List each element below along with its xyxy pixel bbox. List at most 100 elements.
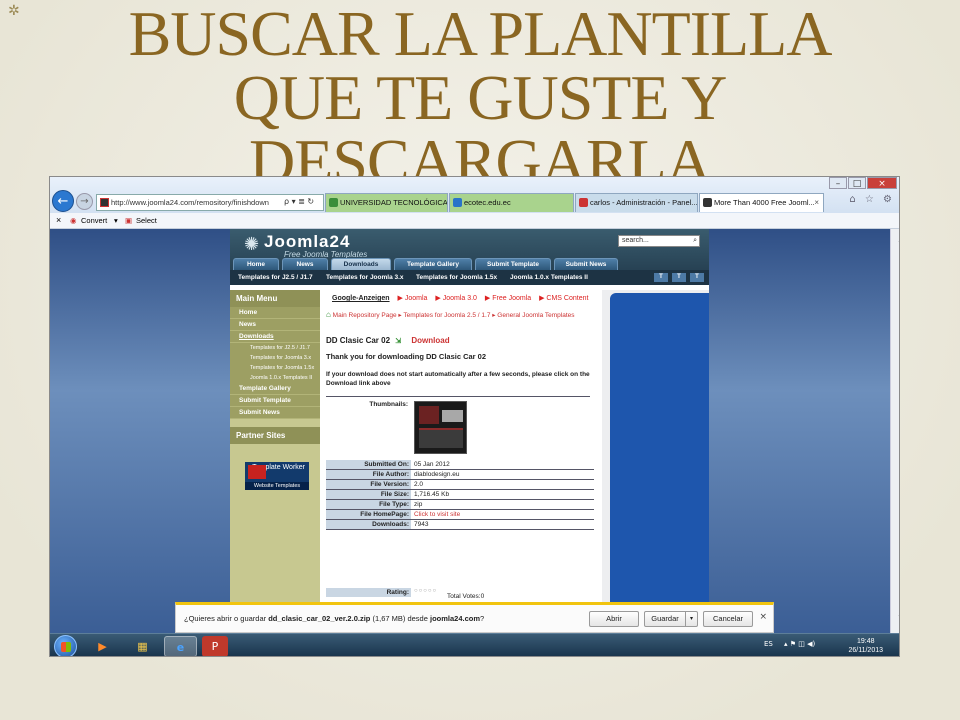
nav-template-gallery[interactable]: Template Gallery [394, 258, 472, 270]
tab-close-icon[interactable]: × [814, 194, 819, 212]
text-size-large[interactable]: T [690, 273, 704, 282]
window-buttons: – □ × [828, 177, 897, 189]
nav-submit-template[interactable]: Submit Template [475, 258, 551, 270]
chevron-down-icon[interactable]: ▾ [685, 612, 697, 626]
sidebar-sub-j25[interactable]: Templates for J2.5 / J1.7 [230, 343, 320, 353]
homepage-link[interactable]: Click to visit site [411, 510, 594, 519]
subnav-j25[interactable]: Templates for J2.5 / J1.7 [238, 270, 313, 285]
ads-title[interactable]: Google-Anzeigen [332, 295, 390, 302]
sidebar-item-submit-template[interactable]: Submit Template [230, 395, 320, 407]
tab-carlos-admin[interactable]: carlos - Administración - Panel... [575, 193, 698, 212]
table-row: File HomePage: Click to visit site [326, 510, 594, 520]
back-button[interactable]: ← [52, 190, 74, 212]
tab-favicon-icon [579, 198, 588, 207]
forward-button[interactable]: → [76, 193, 93, 210]
download-link[interactable]: Download [411, 336, 449, 345]
close-window-button[interactable]: × [867, 177, 897, 189]
table-row: File Version: 2.0 [326, 480, 594, 490]
cancel-button[interactable]: Cancelar [703, 611, 753, 627]
download-source: joomla24.com [430, 614, 481, 623]
close-icon[interactable]: × [759, 612, 767, 622]
tab-joomla24[interactable]: More Than 4000 Free Jooml... × [699, 193, 824, 212]
scroll-down-icon[interactable]: ▼ [896, 613, 899, 622]
left-sidebar: Main Menu Home News Downloads Templates … [230, 290, 320, 633]
template-thumbnail[interactable] [414, 401, 467, 454]
sidebar-item-template-gallery[interactable]: Template Gallery [230, 383, 320, 395]
convert-button[interactable]: Convert [81, 213, 107, 228]
download-notification-bar: ¿Quieres abrir o guardar dd_clasic_car_0… [175, 602, 774, 633]
media-player-icon[interactable]: ▶ [86, 636, 119, 656]
nav-home[interactable]: Home [233, 258, 279, 270]
language-indicator[interactable]: ES [764, 640, 773, 648]
sidebar-sub-j10[interactable]: Joomla 1.0.x Templates II [230, 373, 320, 383]
divider [326, 396, 590, 397]
vertical-scrollbar[interactable]: ▲ ▼ [890, 229, 899, 633]
meta-value: 7943 [414, 521, 429, 528]
doc-title: DD Clasic Car 02 [326, 336, 391, 345]
download-note: If your download does not start automati… [326, 371, 590, 387]
text-size-small[interactable]: T [654, 273, 668, 282]
tab-universidad[interactable]: UNIVERSIDAD TECNOLÓGICA ... [325, 193, 448, 212]
explorer-icon[interactable]: ▦ [126, 636, 159, 656]
sidebar-sub-j3[interactable]: Templates for Joomla 3.x [230, 353, 320, 363]
meta-value: 2.0 [414, 481, 424, 488]
site-subnav: Templates for J2.5 / J1.7 Templates for … [230, 270, 709, 285]
scroll-up-icon[interactable]: ▲ [896, 235, 899, 244]
ad-link-joomla[interactable]: ▶ Joomla [398, 295, 428, 302]
screenshot: – □ × ← → http://www.joomla24.com/remosi… [49, 176, 900, 657]
save-button[interactable]: Guardar ▾ [644, 611, 698, 627]
doc-title-row: DD Clasic Car 02 ⇲ Download [326, 336, 450, 345]
sidebar-sub-j15[interactable]: Templates for Joomla 1.5x [230, 363, 320, 373]
nav-downloads[interactable]: Downloads [331, 258, 391, 270]
download-icon: ⇲ [395, 338, 402, 345]
nav-news[interactable]: News [282, 258, 328, 270]
download-filename: dd_clasic_car_02_ver.2.0.zip [268, 614, 371, 623]
site-nav: Home News Downloads Template Gallery Sub… [230, 258, 709, 270]
search-icon[interactable]: ⌕ [693, 236, 697, 246]
ad-link-cms-content[interactable]: ▶ CMS Content [539, 295, 588, 302]
ad-link-free-joomla[interactable]: ▶ Free Joomla [485, 295, 531, 302]
subnav-j3[interactable]: Templates for Joomla 3.x [326, 270, 404, 285]
tab-ecotec[interactable]: ecotec.edu.ec [449, 193, 574, 212]
ad-link-joomla-3[interactable]: ▶ Joomla 3.0 [435, 295, 477, 302]
address-tools-icon[interactable]: ρ ▾ ≣ ↻ [284, 194, 314, 210]
open-button[interactable]: Abrir [589, 611, 639, 627]
nav-submit-news[interactable]: Submit News [554, 258, 618, 270]
chevron-down-icon[interactable]: ▾ [114, 213, 118, 228]
sidebar-item-home[interactable]: Home [230, 307, 320, 319]
taskbar: ▶ ▦ e P ES ▴ ⚑ ◫ ◀) 19:48 26/11/2013 [50, 633, 899, 656]
select-icon: ▣ [125, 216, 133, 225]
file-meta-table: Submitted On: 05 Jan 2012 File Author: dia… [326, 460, 594, 530]
logo-text: Joomla24 [264, 232, 351, 251]
subnav-j15[interactable]: Templates for Joomla 1.5x [416, 270, 497, 285]
search-input[interactable]: search... ⌕ [618, 235, 700, 247]
breadcrumb: ⌂ Main Repository Page ▸ Templates for J… [326, 310, 575, 319]
close-bar-icon[interactable]: × [56, 213, 61, 228]
rating-label: Rating: [326, 588, 411, 597]
tray-icons[interactable]: ▴ ⚑ ◫ ◀) [784, 640, 815, 648]
sidebar-item-submit-news[interactable]: Submit News [230, 407, 320, 419]
site-favicon-icon [100, 198, 109, 207]
clock[interactable]: 19:48 26/11/2013 [848, 637, 883, 655]
subnav-j10[interactable]: Joomla 1.0.x Templates II [510, 270, 588, 285]
table-row: File Size: 1,716.45 Kb [326, 490, 594, 500]
sidebar-item-news[interactable]: News [230, 319, 320, 331]
rating-stars-icon[interactable]: ○○○○○ [414, 588, 437, 594]
start-button[interactable] [54, 635, 77, 656]
powerpoint-icon[interactable]: P [202, 636, 228, 656]
convert-icon: ◉ [70, 216, 77, 225]
minimize-button[interactable]: – [829, 177, 847, 189]
sidebar-item-downloads[interactable]: Downloads [230, 331, 320, 343]
meta-value: diablodesign.eu [414, 471, 460, 478]
select-button[interactable]: Select [136, 213, 157, 228]
right-panel [610, 293, 709, 633]
breadcrumb-text[interactable]: Main Repository Page ▸ Templates for Joo… [333, 312, 575, 319]
ie-icon[interactable]: e [164, 636, 197, 656]
text-size-medium[interactable]: T [672, 273, 686, 282]
template-worker-logo[interactable]: Template Worker Website Templates [245, 462, 309, 490]
maximize-button[interactable]: □ [848, 177, 866, 189]
thumbnails-label: Thumbnails: [369, 401, 408, 408]
toolbar-icons[interactable]: ⌂ ☆ ⚙ [849, 194, 895, 205]
joomla24-site: ✺ Joomla24 Free Joomla Templates search.… [230, 229, 709, 633]
site-logo[interactable]: ✺ Joomla24 Free Joomla Templates [244, 232, 367, 259]
